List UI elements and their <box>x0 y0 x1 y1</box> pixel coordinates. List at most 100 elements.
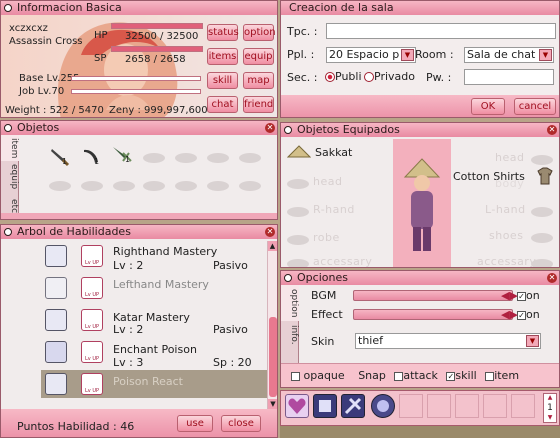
hotbar-empty-slot[interactable] <box>483 394 507 418</box>
scroll-thumb[interactable] <box>269 317 277 397</box>
enchant-poison-icon[interactable] <box>45 341 67 363</box>
close-icon[interactable]: ✕ <box>265 123 275 133</box>
room-type-select[interactable]: Sala de chat ▼ <box>464 47 554 63</box>
lv-up-button[interactable]: Lv UP <box>81 373 103 395</box>
password-input[interactable] <box>464 69 554 85</box>
skill-checkbox[interactable]: ✓skill <box>446 369 477 382</box>
option-button[interactable]: option <box>243 24 276 41</box>
public-radio[interactable]: Publi <box>325 70 362 83</box>
map-button[interactable]: map <box>243 72 274 89</box>
bgm-toggle[interactable]: ✓on <box>517 289 540 302</box>
empty-slot[interactable] <box>81 181 103 191</box>
skill-name[interactable]: Righthand Mastery <box>113 245 217 258</box>
empty-slot[interactable] <box>531 259 553 267</box>
effect-slider[interactable] <box>353 309 513 320</box>
empty-slot[interactable] <box>287 235 309 245</box>
create-room-titlebar[interactable]: Creacion de la sala <box>281 1 559 15</box>
use-button[interactable]: use <box>177 415 213 432</box>
item-checkbox[interactable]: item <box>485 369 519 382</box>
friend-button[interactable]: friend <box>243 96 274 113</box>
empty-slot[interactable] <box>531 233 553 243</box>
chevron-down-icon[interactable]: ▼ <box>539 49 552 61</box>
empty-slot[interactable] <box>175 153 197 163</box>
righthand-mastery-icon[interactable] <box>45 245 67 267</box>
empty-slot[interactable] <box>531 155 553 165</box>
bgm-slider[interactable] <box>353 290 513 301</box>
close-icon[interactable]: ✕ <box>547 125 557 135</box>
hotbar-empty-slot[interactable] <box>511 394 535 418</box>
skin-select[interactable]: thief ▼ <box>355 333 541 349</box>
items-titlebar[interactable]: Objetos ✕ <box>1 121 277 135</box>
tab-option[interactable]: option <box>281 285 299 321</box>
skill-button[interactable]: skill <box>207 72 238 89</box>
katar-mastery-icon[interactable] <box>45 309 67 331</box>
scroll-up-icon[interactable]: ▲ <box>268 241 277 251</box>
resize-handle[interactable] <box>1 213 277 219</box>
lv-up-button[interactable]: Lv UP <box>81 309 103 331</box>
item-slot[interactable]: 1 <box>49 147 71 167</box>
private-radio[interactable]: Privado <box>364 70 415 83</box>
head-slot-left[interactable]: Sakkat <box>285 143 385 165</box>
skill-name[interactable]: Poison React <box>113 375 183 388</box>
hotbar-slot[interactable] <box>341 394 365 418</box>
close-button[interactable]: close <box>221 415 261 432</box>
hotbar-empty-slot[interactable] <box>427 394 451 418</box>
hotbar-empty-slot[interactable] <box>399 394 423 418</box>
close-icon[interactable]: ✕ <box>265 227 275 237</box>
chevron-down-icon[interactable]: ▼ <box>526 335 539 347</box>
ok-button[interactable]: OK <box>471 98 505 115</box>
game-ground[interactable] <box>280 426 560 438</box>
skill-name[interactable]: Enchant Poison <box>113 343 197 356</box>
empty-slot[interactable] <box>49 181 71 191</box>
scroll-down-icon[interactable]: ▼ <box>268 399 277 409</box>
equip-button[interactable]: equip <box>243 48 274 65</box>
lv-up-button[interactable]: Lv UP <box>81 245 103 267</box>
item-slot[interactable]: 1 <box>81 147 103 167</box>
lv-up-button[interactable]: Lv UP <box>81 277 103 299</box>
tab-item[interactable]: item <box>1 135 19 161</box>
hotbar-slot[interactable] <box>285 394 309 418</box>
skill-tree-titlebar[interactable]: Arbol de Habilidades ✕ <box>1 225 277 239</box>
options-titlebar[interactable]: Opciones ✕ <box>281 271 559 285</box>
empty-slot[interactable] <box>287 259 309 267</box>
lefthand-mastery-icon[interactable] <box>45 277 67 299</box>
people-select[interactable]: 20 Espacio p ▼ <box>326 47 416 63</box>
effect-slider-knob[interactable]: ◀▶ <box>501 308 518 321</box>
empty-slot[interactable] <box>287 207 309 217</box>
hotbar-slot[interactable] <box>313 394 337 418</box>
hotbar-page[interactable]: ▲ 1 ▼ <box>543 393 557 423</box>
empty-slot[interactable] <box>531 207 553 217</box>
hotbar-page-down-icon[interactable]: ▼ <box>544 414 556 422</box>
hotbar-empty-slot[interactable] <box>455 394 479 418</box>
status-button[interactable]: status <box>207 24 239 41</box>
empty-slot[interactable] <box>143 181 165 191</box>
topic-input[interactable] <box>326 23 556 39</box>
lv-up-button[interactable]: Lv UP <box>81 341 103 363</box>
skill-scrollbar[interactable]: ▲ ▼ <box>267 241 277 409</box>
poison-react-icon[interactable] <box>45 373 67 395</box>
effect-toggle[interactable]: ✓on <box>517 308 540 321</box>
item-slot[interactable]: 1 <box>111 145 135 165</box>
empty-slot[interactable] <box>207 153 229 163</box>
tab-info[interactable]: info. <box>281 321 299 349</box>
skill-name[interactable]: Lefthand Mastery <box>113 278 209 291</box>
empty-slot[interactable] <box>239 153 261 163</box>
basic-info-titlebar[interactable]: Informacion Basica <box>1 1 277 15</box>
hotbar-slot[interactable] <box>371 394 395 418</box>
bgm-slider-knob[interactable]: ◀▶ <box>501 289 518 302</box>
attack-checkbox[interactable]: attack <box>394 369 438 382</box>
close-icon[interactable]: ✕ <box>547 273 557 283</box>
hotbar-page-up-icon[interactable]: ▲ <box>544 394 556 402</box>
snap-checkbox[interactable]: Snap <box>358 369 386 382</box>
items-button[interactable]: items <box>207 48 238 65</box>
empty-slot[interactable] <box>143 153 165 163</box>
equipment-titlebar[interactable]: Objetos Equipados ✕ <box>281 123 559 137</box>
cancel-button[interactable]: cancel <box>514 98 556 115</box>
tab-equip[interactable]: equip <box>1 161 19 193</box>
empty-slot[interactable] <box>207 181 229 191</box>
empty-slot[interactable] <box>113 181 135 191</box>
empty-slot[interactable] <box>239 181 261 191</box>
chat-button[interactable]: chat <box>207 96 238 113</box>
chevron-down-icon[interactable]: ▼ <box>401 49 414 61</box>
empty-slot[interactable] <box>175 181 197 191</box>
